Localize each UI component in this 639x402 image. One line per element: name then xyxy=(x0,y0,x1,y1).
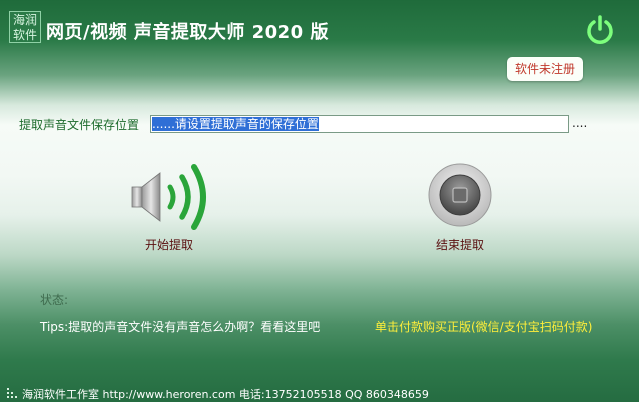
start-extract-button[interactable] xyxy=(128,163,218,233)
speaker-icon xyxy=(131,164,206,230)
start-extract-label[interactable]: 开始提取 xyxy=(145,236,193,253)
register-status-button[interactable]: 软件未注册 xyxy=(507,57,583,81)
stop-extract-button[interactable] xyxy=(428,163,492,227)
footer-bar: 海润软件工作室 http://www.heroren.com 电话:137521… xyxy=(0,384,639,402)
app-logo: 海润软件 xyxy=(9,11,41,43)
resize-grip-icon xyxy=(7,388,17,398)
stop-icon xyxy=(428,163,492,227)
save-path-input[interactable]: ......请设置提取声音的保存位置 xyxy=(150,115,569,133)
tips-link[interactable]: Tips:提取的声音文件没有声音怎么办啊？看看这里吧 xyxy=(40,318,320,335)
status-label: 状态: xyxy=(40,293,69,307)
logo-text: 海润软件 xyxy=(12,13,37,42)
browse-button[interactable]: .... xyxy=(572,116,587,130)
save-path-value: ......请设置提取声音的保存位置 xyxy=(152,117,319,131)
buy-license-link[interactable]: 单击付款购买正版(微信/支付宝扫码付款) xyxy=(375,318,592,335)
footer-contact-text: 海润软件工作室 http://www.heroren.com 电话:137521… xyxy=(22,388,429,401)
save-path-label: 提取声音文件保存位置 xyxy=(19,118,140,132)
power-icon[interactable] xyxy=(584,14,616,46)
app-title: 网页/视频 声音提取大师 2020 版 xyxy=(46,22,329,43)
app-window: 海润软件 网页/视频 声音提取大师 2020 版 软件未注册 提取声音文件保存位… xyxy=(0,0,639,402)
stop-extract-label[interactable]: 结束提取 xyxy=(436,236,484,253)
